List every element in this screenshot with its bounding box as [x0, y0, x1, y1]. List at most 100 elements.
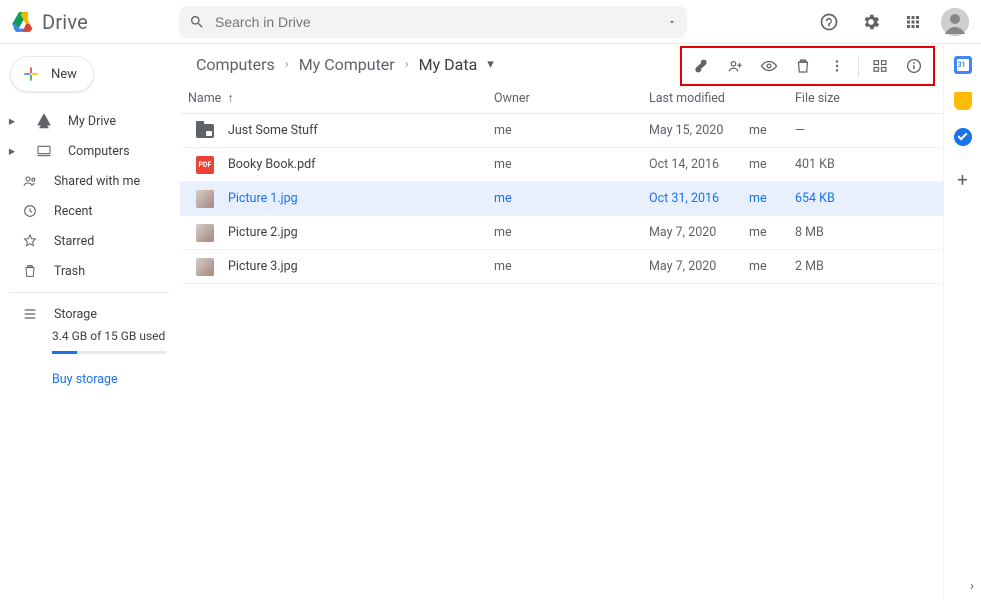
caret-right-icon: ▸	[8, 113, 16, 129]
file-modified-by: me	[749, 259, 795, 274]
file-owner: me	[494, 225, 649, 240]
file-list: Just Some StuffmeMay 15, 2020me— PDF Booky…	[180, 114, 943, 284]
storage-icon	[22, 306, 38, 322]
file-size: 654 KB	[795, 191, 943, 206]
search-bar[interactable]	[179, 6, 687, 38]
file-type-icon: PDF	[196, 156, 214, 174]
buy-storage-link[interactable]: Buy storage	[52, 372, 166, 387]
column-header-name[interactable]: Name ↑	[188, 91, 494, 106]
file-row[interactable]: Picture 3.jpgmeMay 7, 2020me2 MB	[180, 250, 943, 284]
view-details-button[interactable]	[897, 50, 931, 82]
breadcrumb-item-current[interactable]: My Data	[413, 51, 484, 78]
chevron-right-icon: ›	[285, 57, 289, 72]
file-size: 8 MB	[795, 225, 943, 240]
app-header: Drive	[0, 0, 981, 44]
sidebar-item-label: Shared with me	[54, 174, 140, 189]
clock-icon	[22, 203, 38, 219]
trash-icon	[22, 263, 38, 279]
app-body: New ▸ My Drive ▸ Computers Shared with m…	[0, 44, 981, 600]
breadcrumb-item[interactable]: My Computer	[293, 51, 401, 78]
get-link-button[interactable]	[684, 50, 718, 82]
sidebar-item-recent[interactable]: Recent	[0, 196, 180, 226]
drive-logo-icon	[12, 12, 34, 32]
dropdown-caret-icon[interactable]: ▾	[487, 57, 494, 72]
file-type-icon	[196, 190, 214, 208]
more-actions-button[interactable]	[820, 50, 854, 82]
sidebar-item-label: Starred	[54, 234, 94, 249]
account-avatar[interactable]	[941, 8, 969, 36]
file-name: Picture 3.jpg	[228, 259, 494, 274]
column-header-size[interactable]: File size	[795, 91, 943, 106]
file-row[interactable]: PDFBooky Book.pdfmeOct 14, 2016me401 KB	[180, 148, 943, 182]
file-modified-by: me	[749, 123, 795, 138]
column-headers: Name ↑ Owner Last modified File size	[180, 84, 943, 114]
product-name: Drive	[42, 10, 88, 34]
sidebar-item-label: Computers	[68, 144, 130, 159]
file-modified-by: me	[749, 157, 795, 172]
delete-button[interactable]	[786, 50, 820, 82]
column-header-modified[interactable]: Last modified	[649, 91, 795, 106]
caret-right-icon: ▸	[8, 143, 16, 159]
sidebar-item-storage[interactable]: Storage	[0, 299, 180, 329]
search-input[interactable]	[215, 14, 657, 30]
sidebar-item-trash[interactable]: Trash	[0, 256, 180, 286]
star-icon	[22, 233, 38, 249]
logo[interactable]: Drive	[12, 10, 179, 34]
search-options-dropdown-icon[interactable]	[667, 17, 677, 27]
collapse-side-panel-icon[interactable]: ›	[970, 579, 974, 594]
chevron-right-icon: ›	[405, 57, 409, 72]
file-modified-date: Oct 31, 2016	[649, 191, 749, 206]
people-icon	[22, 173, 38, 189]
new-button[interactable]: New	[10, 56, 94, 92]
file-type-icon	[196, 224, 214, 242]
storage-usage-text: 3.4 GB of 15 GB used	[52, 329, 166, 343]
breadcrumb-item[interactable]: Computers	[190, 51, 281, 78]
preview-button[interactable]	[752, 50, 786, 82]
side-panel: 31 + ›	[943, 44, 981, 600]
calendar-app-icon[interactable]: 31	[954, 56, 972, 74]
sidebar-item-label: Recent	[54, 204, 93, 219]
sidebar-item-starred[interactable]: Starred	[0, 226, 180, 256]
column-header-owner[interactable]: Owner	[494, 91, 649, 106]
toolbar-separator	[858, 55, 859, 77]
file-modified-date: May 7, 2020	[649, 225, 749, 240]
file-size: 2 MB	[795, 259, 943, 274]
sidebar-item-computers[interactable]: ▸ Computers	[0, 136, 180, 166]
apps-grid-icon[interactable]	[899, 8, 927, 36]
sort-ascending-icon: ↑	[227, 91, 233, 106]
drive-icon	[36, 113, 52, 129]
file-modified-by: me	[749, 191, 795, 206]
new-button-label: New	[51, 67, 77, 82]
file-row[interactable]: Picture 2.jpgmeMay 7, 2020me8 MB	[180, 216, 943, 250]
plus-icon	[21, 64, 41, 84]
keep-app-icon[interactable]	[954, 92, 972, 110]
file-owner: me	[494, 259, 649, 274]
sidebar-divider	[10, 292, 170, 293]
tasks-app-icon[interactable]	[954, 128, 972, 146]
file-owner: me	[494, 123, 649, 138]
file-row[interactable]: Just Some StuffmeMay 15, 2020me—	[180, 114, 943, 148]
search-icon	[189, 14, 205, 30]
file-size: —	[795, 123, 943, 138]
grid-view-toggle[interactable]	[863, 50, 897, 82]
sidebar-item-label: Storage	[54, 307, 97, 322]
settings-gear-icon[interactable]	[857, 8, 885, 36]
file-name: Booky Book.pdf	[228, 157, 494, 172]
storage-progress-bar	[52, 351, 166, 354]
file-owner: me	[494, 157, 649, 172]
header-actions	[815, 8, 969, 36]
sidebar-item-label: Trash	[54, 264, 85, 279]
share-button[interactable]	[718, 50, 752, 82]
file-name: Picture 2.jpg	[228, 225, 494, 240]
selection-toolbar	[680, 46, 935, 86]
file-row[interactable]: Picture 1.jpgmeOct 31, 2016me654 KB	[180, 182, 943, 216]
sidebar-item-shared[interactable]: Shared with me	[0, 166, 180, 196]
computer-icon	[36, 143, 52, 159]
help-icon[interactable]	[815, 8, 843, 36]
sidebar: New ▸ My Drive ▸ Computers Shared with m…	[0, 44, 180, 600]
add-addon-button[interactable]: +	[957, 170, 967, 191]
column-header-label: Name	[188, 91, 221, 106]
file-type-icon	[196, 122, 214, 140]
file-size: 401 KB	[795, 157, 943, 172]
sidebar-item-my-drive[interactable]: ▸ My Drive	[0, 106, 180, 136]
